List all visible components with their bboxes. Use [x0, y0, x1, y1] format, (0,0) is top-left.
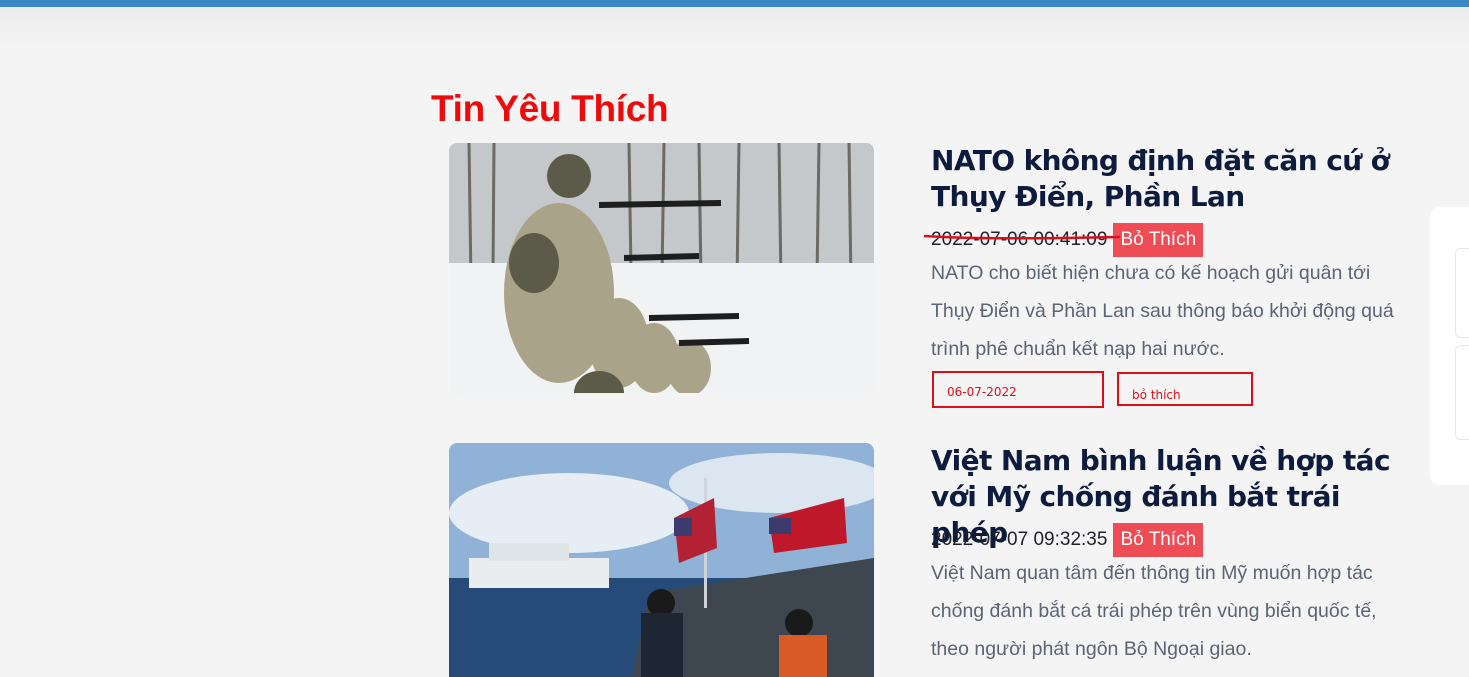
section-title: Tin Yêu Thích [431, 88, 669, 129]
side-panel-tab[interactable] [1455, 345, 1469, 440]
top-accent-bar [0, 0, 1469, 7]
unlike-button[interactable]: Bỏ Thích [1113, 223, 1204, 257]
article-summary: NATO cho biết hiện chưa có kế hoạch gửi … [931, 262, 1394, 360]
article-meta: 2022-07-06 00:41:09 Bỏ Thích [931, 223, 1204, 257]
article-datetime: 2022-07-06 00:41:09 [931, 229, 1108, 250]
header-shadow [0, 7, 1469, 47]
article-thumbnail[interactable] [449, 143, 874, 393]
article-card: Việt Nam bình luận về hợp tác với Mỹ chố… [449, 443, 1449, 677]
article-meta: 2022-07-07 09:32:35 Bỏ Thích [931, 523, 1204, 557]
article-summary: Việt Nam quan tâm đến thông tin Mỹ muốn … [931, 562, 1377, 660]
unlike-button[interactable]: Bỏ Thích [1113, 523, 1204, 557]
coast-guard-boat-image [449, 443, 874, 677]
article-title[interactable]: NATO không định đặt căn cứ ở Thụy Điển, … [931, 143, 1401, 215]
article-datetime: 2022-07-07 09:32:35 [931, 529, 1108, 550]
soldiers-in-snow-image [449, 143, 874, 393]
annotation-date-box: 06-07-2022 [932, 371, 1104, 408]
article-thumbnail[interactable] [449, 443, 874, 677]
annotation-unlike-box: bỏ thích [1117, 372, 1253, 406]
side-panel-tab[interactable] [1455, 248, 1469, 338]
